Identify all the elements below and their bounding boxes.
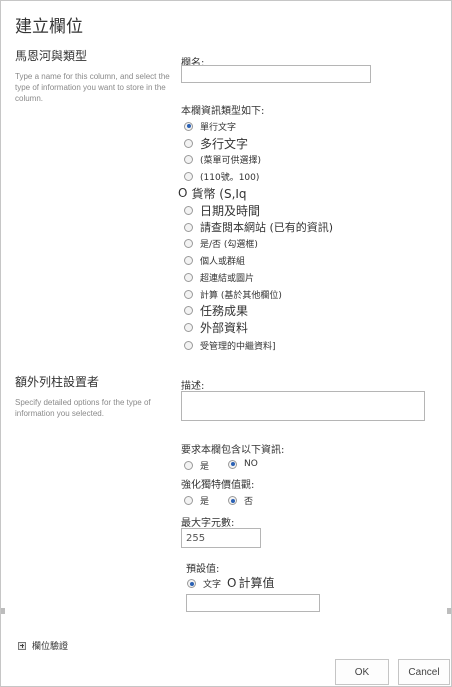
require-info-label: 要求本欄包含以下資訊:: [181, 445, 285, 456]
type-option-label: 貨幣 (S,Iq: [191, 186, 247, 201]
radio-button[interactable]: [187, 579, 196, 588]
left-edge-mark: [1, 608, 5, 614]
radio-button[interactable]: [228, 459, 237, 469]
cancel-button[interactable]: Cancel: [398, 659, 450, 685]
type-option-label: 請查閱本網站 (已有的資訊): [200, 221, 334, 234]
type-option-calculated[interactable]: 計算 (基於其他欄位): [184, 286, 282, 302]
type-option-managed-metadata[interactable]: 受管理的中繼資料]: [184, 337, 276, 353]
type-option-label: 日期及時間: [200, 203, 261, 218]
radio-button[interactable]: [184, 222, 193, 232]
radio-button[interactable]: [228, 496, 237, 505]
type-option-multi-line[interactable]: 多行文字: [184, 135, 248, 151]
type-option-single-line[interactable]: 單行文字: [184, 118, 236, 134]
description-label: 描述:: [181, 381, 205, 392]
column-validation-expander[interactable]: 欄位驗證: [18, 639, 68, 652]
expand-plus-icon[interactable]: [18, 641, 26, 650]
default-calc-label: 計算值: [238, 576, 275, 590]
radio-button[interactable]: [184, 322, 193, 332]
default-calc-option[interactable]: O 計算值: [227, 574, 274, 591]
default-value-input[interactable]: [186, 594, 320, 612]
name-type-section-description: Type a name for this column, and select …: [15, 72, 170, 103]
max-chars-value: 255: [186, 533, 206, 544]
type-option-number[interactable]: (110號。100): [184, 168, 259, 184]
type-option-date-time[interactable]: 日期及時間: [184, 202, 260, 218]
create-column-dialog: 建立欄位 馬恩河與類型 Type a name for this column,…: [0, 0, 452, 687]
unique-no-option[interactable]: 否: [228, 494, 253, 507]
column-validation-label: 欄位驗證: [32, 642, 69, 652]
type-option-label: 單行文字: [200, 122, 237, 133]
type-option-lookup[interactable]: 請查閱本網站 (已有的資訊): [184, 219, 333, 235]
calc-radio-glyph[interactable]: O: [227, 576, 236, 590]
type-option-label: 計算 (基於其他欄位): [200, 290, 282, 301]
type-option-label: 多行文字: [200, 136, 249, 151]
dialog-title: 建立欄位: [15, 17, 83, 37]
radio-button[interactable]: [184, 171, 193, 181]
column-type-label: 本欄資訊類型如下:: [181, 106, 265, 117]
unique-yes-label: 是: [200, 497, 210, 507]
radio-button[interactable]: [184, 305, 193, 315]
additional-settings-section-description: Specify detailed options for the type of…: [15, 398, 151, 418]
enforce-unique-label: 強化獨特價值觀:: [181, 480, 255, 491]
radio-button[interactable]: [184, 461, 193, 470]
type-option-label: (110號。100): [200, 172, 260, 183]
radio-button[interactable]: [184, 255, 193, 265]
type-option-task-outcome[interactable]: 任務成果: [184, 302, 248, 318]
radio-button[interactable]: [184, 121, 193, 131]
additional-settings-section-title: 額外列柱設置者: [15, 375, 100, 389]
type-option-yes-no[interactable]: 是/否 (勾選框): [184, 235, 258, 251]
currency-radio-glyph[interactable]: O: [178, 186, 187, 200]
radio-button[interactable]: [184, 272, 193, 282]
max-chars-input[interactable]: 255: [181, 528, 261, 548]
type-option-hyperlink[interactable]: 超連結或圖片: [184, 269, 254, 285]
radio-button[interactable]: [184, 154, 193, 164]
require-yes-option[interactable]: 是: [184, 459, 209, 472]
ok-button[interactable]: OK: [335, 659, 389, 685]
type-option-person-group[interactable]: 個人或群組: [184, 252, 245, 268]
unique-no-label: 否: [244, 497, 254, 507]
name-type-section-title: 馬恩河與類型: [15, 49, 88, 63]
require-yes-label: 是: [200, 462, 210, 472]
default-text-option[interactable]: 文字: [187, 577, 221, 590]
default-value-label: 預設值:: [186, 564, 220, 575]
description-textarea[interactable]: [181, 391, 425, 421]
max-chars-label: 最大字元數:: [181, 518, 235, 529]
require-no-label: NO: [244, 459, 258, 469]
type-option-label: 超連結或圖片: [200, 273, 255, 284]
default-text-label: 文字: [203, 580, 222, 590]
radio-button[interactable]: [184, 238, 193, 248]
right-edge-mark: [447, 608, 451, 614]
radio-button[interactable]: [184, 205, 193, 215]
type-option-external-data[interactable]: 外部資料: [184, 319, 248, 335]
column-name-input[interactable]: [181, 65, 371, 83]
type-option-choice[interactable]: (菜單可供選擇): [184, 151, 261, 167]
radio-button[interactable]: [184, 496, 193, 505]
type-option-label: 外部資料: [200, 320, 249, 335]
radio-button[interactable]: [184, 340, 193, 350]
radio-button[interactable]: [184, 289, 193, 299]
radio-button[interactable]: [184, 138, 193, 148]
unique-yes-option[interactable]: 是: [184, 494, 209, 507]
type-option-label: 任務成果: [200, 303, 249, 318]
type-option-label: 受管理的中繼資料]: [200, 341, 276, 352]
type-option-label: 是/否 (勾選框): [200, 239, 258, 250]
type-option-label: 個人或群組: [200, 256, 246, 267]
require-no-option[interactable]: NO: [228, 459, 258, 469]
type-option-label: (菜單可供選擇): [200, 155, 262, 166]
type-option-currency[interactable]: O 貨幣 (S,Iq: [178, 185, 247, 201]
